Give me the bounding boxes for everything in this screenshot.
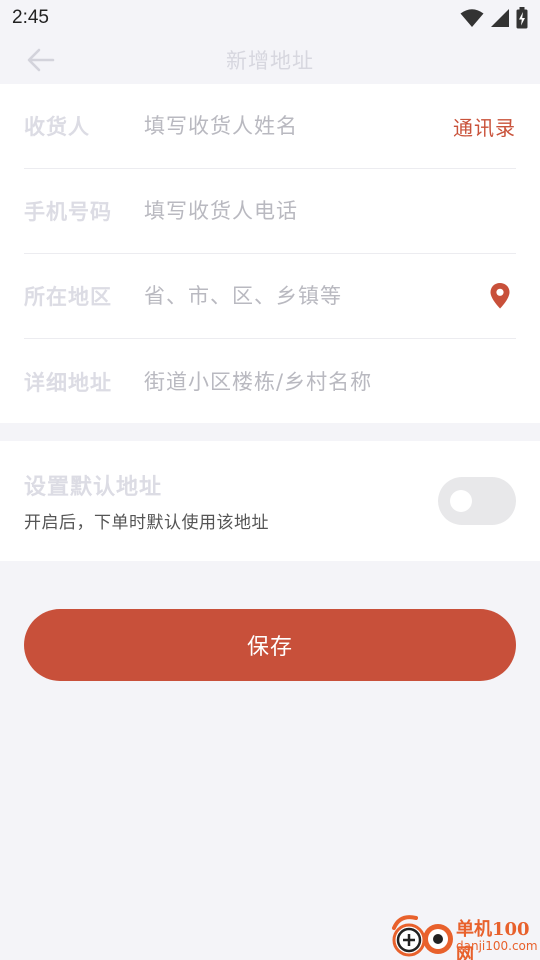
- location-button[interactable]: [486, 282, 514, 310]
- arrow-left-icon: [27, 48, 55, 72]
- watermark-name: 单机100网: [456, 919, 530, 960]
- battery-charging-icon: [516, 7, 528, 29]
- watermark: 单机100网 danji100.com: [388, 912, 538, 960]
- watermark-logo-icon: [392, 915, 453, 957]
- form-row-phone: 手机号码: [24, 169, 516, 254]
- watermark-url: danji100.com: [456, 939, 538, 953]
- page-title: 新增地址: [226, 49, 314, 73]
- status-bar: 2:45: [0, 0, 540, 36]
- default-address-subtitle: 开启后，下单时默认使用该地址: [24, 513, 269, 533]
- detail-address-input[interactable]: [144, 369, 516, 394]
- region-input[interactable]: [144, 284, 486, 308]
- status-icons: [460, 7, 528, 29]
- recipient-label: 收货人: [24, 115, 90, 139]
- detail-address-label: 详细地址: [24, 370, 112, 395]
- contacts-button[interactable]: 通讯录: [453, 112, 516, 141]
- back-button[interactable]: [26, 46, 56, 74]
- save-button[interactable]: 保存: [24, 609, 516, 681]
- default-address-toggle[interactable]: [438, 477, 516, 525]
- toggle-knob: [450, 490, 472, 512]
- form-row-region: 所在地区: [24, 254, 516, 339]
- phone-input[interactable]: [144, 199, 516, 223]
- form-row-detail: 详细地址: [24, 339, 516, 424]
- default-address-card: 设置默认地址 开启后，下单时默认使用该地址: [0, 441, 540, 561]
- signal-icon: [491, 9, 509, 27]
- status-time: 2:45: [12, 7, 49, 28]
- default-address-title: 设置默认地址: [24, 475, 163, 500]
- add-address-page: 2:45 新增地址 收货人 通讯录: [0, 0, 540, 960]
- address-form: 收货人 通讯录 手机号码 所在地区 详细地址: [0, 84, 540, 423]
- location-pin-icon: [490, 283, 510, 309]
- wifi-icon: [460, 9, 484, 27]
- recipient-name-input[interactable]: [144, 114, 453, 138]
- phone-label: 手机号码: [24, 200, 112, 224]
- form-row-recipient: 收货人 通讯录: [24, 84, 516, 169]
- app-bar: 新增地址: [0, 36, 540, 84]
- region-label: 所在地区: [24, 285, 112, 309]
